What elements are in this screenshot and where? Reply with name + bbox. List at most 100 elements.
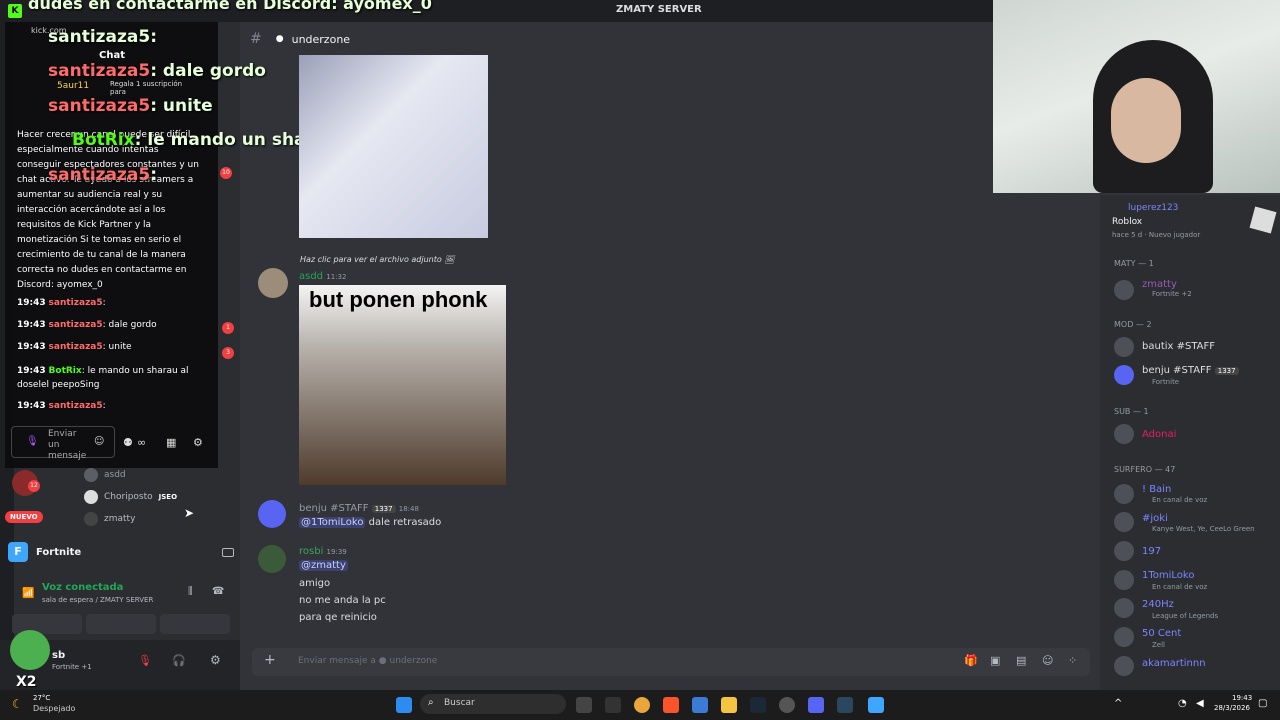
member-name[interactable]: 240Hz xyxy=(1142,599,1174,610)
member-name[interactable]: 197 xyxy=(1142,546,1161,557)
avatar[interactable] xyxy=(1114,541,1134,561)
avatar[interactable] xyxy=(1114,570,1134,590)
chat-message: 19:43 BotRix: le mando un sharau al dose… xyxy=(17,366,189,390)
voice-channel[interactable]: sala de espera / ZMATY SERVER xyxy=(42,596,153,604)
member-name[interactable]: akamartinnn xyxy=(1142,658,1206,669)
member-name[interactable]: 1TomiLoko xyxy=(1142,570,1194,581)
message-text: no me anda la pc xyxy=(299,595,386,606)
avatar[interactable] xyxy=(1114,365,1134,385)
image-attachment[interactable] xyxy=(299,55,488,238)
message-author[interactable]: asdd 11:32 xyxy=(299,271,346,282)
steam-icon[interactable] xyxy=(750,697,766,713)
window-title: ZMATY SERVER xyxy=(616,4,702,15)
avatar[interactable] xyxy=(258,268,288,298)
infinity-icon[interactable]: ∞ xyxy=(137,436,146,449)
sticker-icon[interactable]: ▤ xyxy=(1016,654,1026,667)
github-icon[interactable] xyxy=(779,697,795,713)
store-icon[interactable]: ▦ xyxy=(166,436,176,449)
member-status: Fortnite xyxy=(1152,378,1180,386)
discord-icon[interactable] xyxy=(808,697,824,713)
volume-icon[interactable]: ◀ xyxy=(1196,698,1204,709)
chat-bubble-icon: ● xyxy=(275,34,284,44)
screen-icon[interactable] xyxy=(222,547,234,557)
epic-games-icon[interactable] xyxy=(605,697,621,713)
noise-icon[interactable]: ⫼ xyxy=(188,586,193,597)
chrome-icon[interactable] xyxy=(634,697,650,713)
fortnite-icon: F xyxy=(8,542,28,562)
avatar[interactable] xyxy=(1114,598,1134,618)
gif-icon[interactable]: ▣ xyxy=(990,654,1000,667)
chat-tab[interactable]: Chat xyxy=(99,50,125,61)
screen-share-button[interactable] xyxy=(86,614,156,634)
avatar[interactable] xyxy=(1114,337,1134,357)
member-name[interactable]: bautix #STAFF xyxy=(1142,341,1215,352)
settings-icon[interactable]: ⚙ xyxy=(210,653,221,667)
member-item[interactable]: luperez123 Roblox hace 5 d · Nuevo jugad… xyxy=(1112,201,1277,241)
weather-text[interactable]: Despejado xyxy=(33,704,75,713)
voice-user[interactable]: zmatty xyxy=(84,512,135,526)
member-name[interactable]: ! Bain xyxy=(1142,484,1171,495)
avatar[interactable] xyxy=(1114,424,1134,444)
settings-icon[interactable]: ⚙ xyxy=(193,436,203,449)
mic-muted-icon[interactable]: 🎙 xyxy=(138,654,152,667)
avatar[interactable] xyxy=(258,545,286,573)
task-view-icon[interactable] xyxy=(576,697,592,713)
voice-user[interactable]: asdd xyxy=(84,468,126,482)
voice-status[interactable]: Voz conectada xyxy=(42,582,123,593)
steam-icon[interactable] xyxy=(837,697,853,713)
weather-temp[interactable]: 27°C xyxy=(33,694,50,702)
avatar[interactable] xyxy=(1114,627,1134,647)
chat-input[interactable]: 🎙 Enviar un mensaje ☺ xyxy=(11,426,115,461)
store-icon[interactable] xyxy=(692,697,708,713)
member-status: League of Legends xyxy=(1152,612,1219,620)
chat-message: 19:43 santizaza5: xyxy=(17,401,106,411)
clock-time[interactable]: 19:43 xyxy=(1232,694,1252,702)
image-attachment[interactable]: but ponen phonk xyxy=(299,285,506,485)
avatar[interactable] xyxy=(1114,656,1134,676)
avatar[interactable] xyxy=(10,630,50,670)
unread-badge: 3 xyxy=(222,347,234,359)
signal-icon: 📶 xyxy=(22,588,35,599)
wifi-icon[interactable]: ◔ xyxy=(1178,698,1187,709)
gift-icon[interactable]: 🎁 xyxy=(964,654,978,667)
avatar[interactable] xyxy=(1114,280,1134,300)
brave-icon[interactable] xyxy=(663,697,679,713)
emoji-icon[interactable]: ☺ xyxy=(94,436,104,447)
emoji-icon[interactable]: ☺ xyxy=(1042,654,1053,667)
overlay-top-text: dudes en contactarme en Discord: ayomex_… xyxy=(28,0,432,13)
avatar xyxy=(84,468,98,482)
reply-preview[interactable]: Haz clic para ver el archivo adjunto 🖼 xyxy=(300,255,454,264)
notification-icon[interactable]: ▢ xyxy=(1258,698,1267,709)
windows-start-icon[interactable] xyxy=(396,697,412,713)
avatar[interactable] xyxy=(1114,512,1134,532)
fortnite-icon[interactable] xyxy=(868,697,884,713)
message-composer[interactable]: + Enviar mensaje a ● underzone 🎁 ▣ ▤ ☺ ⁘ xyxy=(252,648,1090,676)
voice-user[interactable]: Choriposto JSEO xyxy=(84,490,177,504)
member-name[interactable]: 50 Cent xyxy=(1142,628,1181,639)
plus-icon[interactable]: + xyxy=(264,652,276,668)
unread-badge: 12 xyxy=(28,480,40,492)
apps-icon[interactable]: ⁘ xyxy=(1068,654,1077,667)
clock-date[interactable]: 28/3/2026 xyxy=(1214,704,1250,712)
message-author[interactable]: rosbi 19:39 xyxy=(299,546,347,557)
roblox-icon xyxy=(1249,206,1277,234)
avatar[interactable] xyxy=(1114,484,1134,504)
folder-icon[interactable] xyxy=(721,697,737,713)
member-name[interactable]: zmatty xyxy=(1142,279,1177,290)
member-name[interactable]: benju #STAFF 1337 xyxy=(1142,365,1239,376)
activities-button[interactable] xyxy=(160,614,230,634)
member-name[interactable]: #joki xyxy=(1142,513,1168,524)
avatar[interactable] xyxy=(258,500,286,528)
multiplier-label: X2 xyxy=(16,674,37,690)
chevron-up-icon[interactable]: ^ xyxy=(1114,698,1122,709)
message-author[interactable]: benju #STAFF 1337 18:48 xyxy=(299,503,419,514)
status-badge: JSEO xyxy=(158,493,178,501)
disconnect-icon[interactable]: ☎ xyxy=(212,586,224,597)
channel-name: underzone xyxy=(291,32,351,46)
activity-panel[interactable]: F Fortnite xyxy=(8,538,234,566)
headphones-icon[interactable]: 🎧 xyxy=(172,654,186,667)
member-name[interactable]: Adonai xyxy=(1142,429,1176,440)
chat-message: 19:43 santizaza5: unite xyxy=(17,342,132,352)
users-icon[interactable]: ⚉ xyxy=(123,436,133,449)
taskbar-search[interactable]: ⌕ Buscar xyxy=(420,694,566,714)
